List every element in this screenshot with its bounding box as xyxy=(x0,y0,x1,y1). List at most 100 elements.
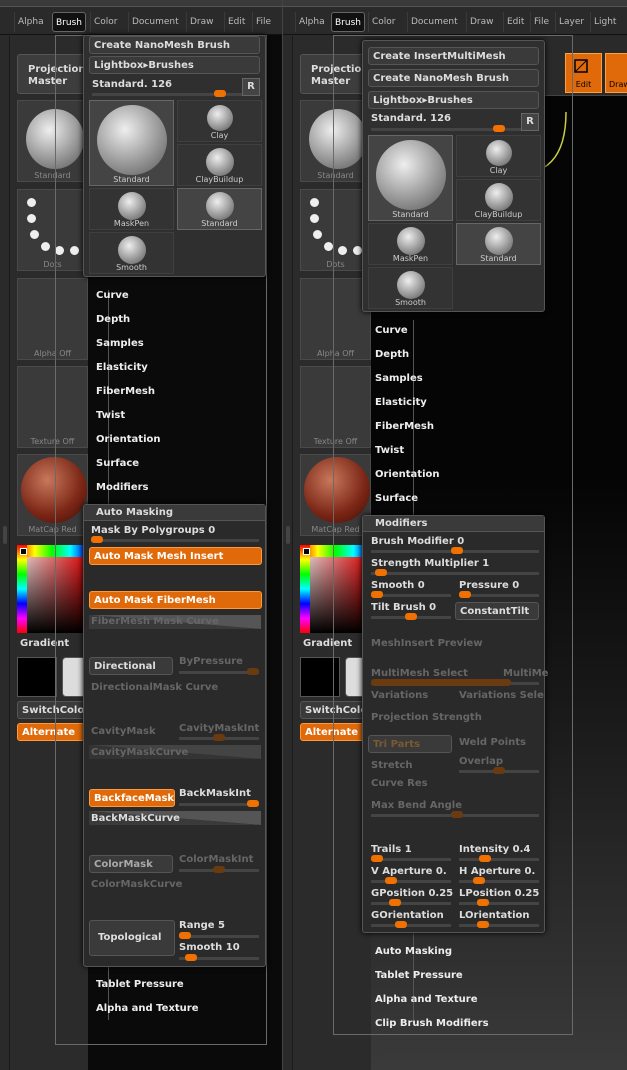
main-color-swatch[interactable] xyxy=(17,657,57,697)
menu-document[interactable]: Document xyxy=(128,12,182,32)
range-track[interactable] xyxy=(179,932,259,939)
brush-smooth[interactable]: Smooth xyxy=(368,267,453,309)
mask-by-polygroups-slider[interactable]: Mask By Polygroups 0 xyxy=(91,525,215,536)
tilt-brush-track[interactable] xyxy=(371,613,451,620)
auto-mask-mesh-insert-button[interactable]: Auto Mask Mesh Insert xyxy=(89,547,262,565)
menu-file[interactable]: File xyxy=(530,12,552,32)
intensity-slider[interactable]: Intensity 0.4 xyxy=(459,844,530,855)
smooth-slider[interactable]: Smooth 10 xyxy=(179,942,240,953)
section-depth[interactable]: Depth xyxy=(375,349,409,360)
section-surface[interactable]: Surface xyxy=(96,458,139,469)
max-bend-track[interactable] xyxy=(371,811,539,818)
section-clip-brush-modifiers[interactable]: Clip Brush Modifiers xyxy=(375,1018,489,1029)
smooth-track[interactable] xyxy=(179,954,259,961)
lorientation-track[interactable] xyxy=(459,921,539,928)
variations-select-slider[interactable]: Variations Sele xyxy=(459,690,544,701)
gposition-track[interactable] xyxy=(371,899,451,906)
section-alpha-texture[interactable]: Alpha and Texture xyxy=(96,1003,199,1014)
pressure-track[interactable] xyxy=(459,591,539,598)
polygroups-slider-track[interactable] xyxy=(91,536,259,543)
variations-slider[interactable]: Variations xyxy=(371,690,428,701)
section-modifiers[interactable]: Modifiers xyxy=(96,482,149,493)
smooth-track[interactable] xyxy=(371,591,451,598)
create-nanomesh-button[interactable]: Create NanoMesh Brush xyxy=(368,69,539,87)
meshinsert-preview-button[interactable]: MeshInsert Preview xyxy=(371,638,483,649)
create-nanomesh-button[interactable]: Create NanoMesh Brush xyxy=(89,36,260,54)
auto-masking-title[interactable]: Auto Masking xyxy=(84,505,265,521)
section-fibermesh[interactable]: FiberMesh xyxy=(375,421,434,432)
section-orientation[interactable]: Orientation xyxy=(96,434,161,445)
modifiers-title[interactable]: Modifiers xyxy=(363,516,544,532)
v-aperture-track[interactable] xyxy=(371,877,451,884)
tri-parts-button[interactable]: Tri Parts xyxy=(368,735,452,753)
constant-tilt-button[interactable]: ConstantTilt xyxy=(455,602,539,620)
brush-modifier-track[interactable] xyxy=(371,547,539,554)
colormask-curve-label[interactable]: ColorMaskCurve xyxy=(91,879,182,890)
brush-standard-large[interactable]: Standard xyxy=(89,100,174,186)
smooth-slider[interactable]: Smooth 0 xyxy=(371,580,425,591)
brush-smooth[interactable]: Smooth xyxy=(89,232,174,274)
directional-curve-label[interactable]: DirectionalMask Curve xyxy=(91,682,218,693)
intensity-track[interactable] xyxy=(459,855,539,862)
menu-draw[interactable]: Draw xyxy=(186,12,217,32)
backmask-int-slider[interactable]: BackMaskInt xyxy=(179,788,251,799)
menu-edit[interactable]: Edit xyxy=(224,12,248,32)
trails-slider[interactable]: Trails 1 xyxy=(371,844,412,855)
lightbox-brushes-button[interactable]: Lightbox▸Brushes xyxy=(368,91,539,109)
section-twist[interactable]: Twist xyxy=(375,445,404,456)
section-orientation[interactable]: Orientation xyxy=(375,469,440,480)
stretch-button[interactable]: Stretch xyxy=(371,760,413,771)
menu-light[interactable]: Light xyxy=(590,12,619,32)
hue-bar[interactable] xyxy=(300,545,310,633)
pressure-slider[interactable]: Pressure 0 xyxy=(459,580,519,591)
section-fibermesh[interactable]: FiberMesh xyxy=(96,386,155,397)
backmask-int-track[interactable] xyxy=(179,800,259,807)
strength-multiplier-slider[interactable]: Strength Multiplier 1 xyxy=(371,558,489,569)
h-aperture-track[interactable] xyxy=(459,877,539,884)
section-samples[interactable]: Samples xyxy=(96,338,144,349)
restore-button[interactable]: R xyxy=(521,113,539,131)
brush-claybuildup[interactable]: ClayBuildup xyxy=(177,144,262,186)
create-insertmultimesh-button[interactable]: Create InsertMultiMesh xyxy=(368,47,539,65)
range-slider[interactable]: Range 5 xyxy=(179,920,225,931)
shelf-scrollbar[interactable] xyxy=(0,36,10,1070)
shelf-scrollbar[interactable] xyxy=(283,36,293,1070)
brush-list-slider[interactable] xyxy=(371,125,521,132)
brush-standard-small[interactable]: Standard xyxy=(177,188,262,230)
section-samples[interactable]: Samples xyxy=(375,373,423,384)
brush-modifier-slider[interactable]: Brush Modifier 0 xyxy=(371,536,464,547)
brush-standard-small[interactable]: Standard xyxy=(456,223,541,265)
section-elasticity[interactable]: Elasticity xyxy=(375,397,427,408)
gorientation-slider[interactable]: GOrientation xyxy=(371,910,444,921)
colormask-int-track[interactable] xyxy=(179,866,259,873)
lorientation-slider[interactable]: LOrientation xyxy=(459,910,530,921)
colormask-button[interactable]: ColorMask xyxy=(89,855,173,873)
menu-brush[interactable]: Brush xyxy=(52,12,86,32)
lposition-slider[interactable]: LPosition 0.25 xyxy=(459,888,539,899)
menu-edit[interactable]: Edit xyxy=(503,12,527,32)
brush-maskpen[interactable]: MaskPen xyxy=(89,188,174,230)
menu-alpha[interactable]: Alpha xyxy=(295,12,328,32)
topological-button[interactable]: Topological xyxy=(89,920,175,956)
section-elasticity[interactable]: Elasticity xyxy=(96,362,148,373)
lposition-track[interactable] xyxy=(459,899,539,906)
menu-draw[interactable]: Draw xyxy=(466,12,497,32)
menu-alpha[interactable]: Alpha xyxy=(14,12,47,32)
bypressure-track[interactable] xyxy=(179,668,259,675)
gorientation-track[interactable] xyxy=(371,921,451,928)
brush-clay[interactable]: Clay xyxy=(456,135,541,177)
section-surface[interactable]: Surface xyxy=(375,493,418,504)
brush-list-slider[interactable] xyxy=(92,90,242,97)
max-bend-angle-slider[interactable]: Max Bend Angle xyxy=(371,800,462,811)
multimesh-track[interactable] xyxy=(371,679,539,686)
brush-maskpen[interactable]: MaskPen xyxy=(368,223,453,265)
backfacemask-button[interactable]: BackfaceMask xyxy=(89,789,175,807)
bypressure-slider[interactable]: ByPressure xyxy=(179,656,243,667)
section-auto-masking[interactable]: Auto Masking xyxy=(375,946,452,957)
overlap-slider[interactable]: Overlap xyxy=(459,756,503,767)
overlap-track[interactable] xyxy=(459,767,539,774)
section-twist[interactable]: Twist xyxy=(96,410,125,421)
tilt-brush-slider[interactable]: Tilt Brush 0 xyxy=(371,602,436,613)
section-tablet-pressure[interactable]: Tablet Pressure xyxy=(96,979,184,990)
menu-layer[interactable]: Layer xyxy=(555,12,587,32)
